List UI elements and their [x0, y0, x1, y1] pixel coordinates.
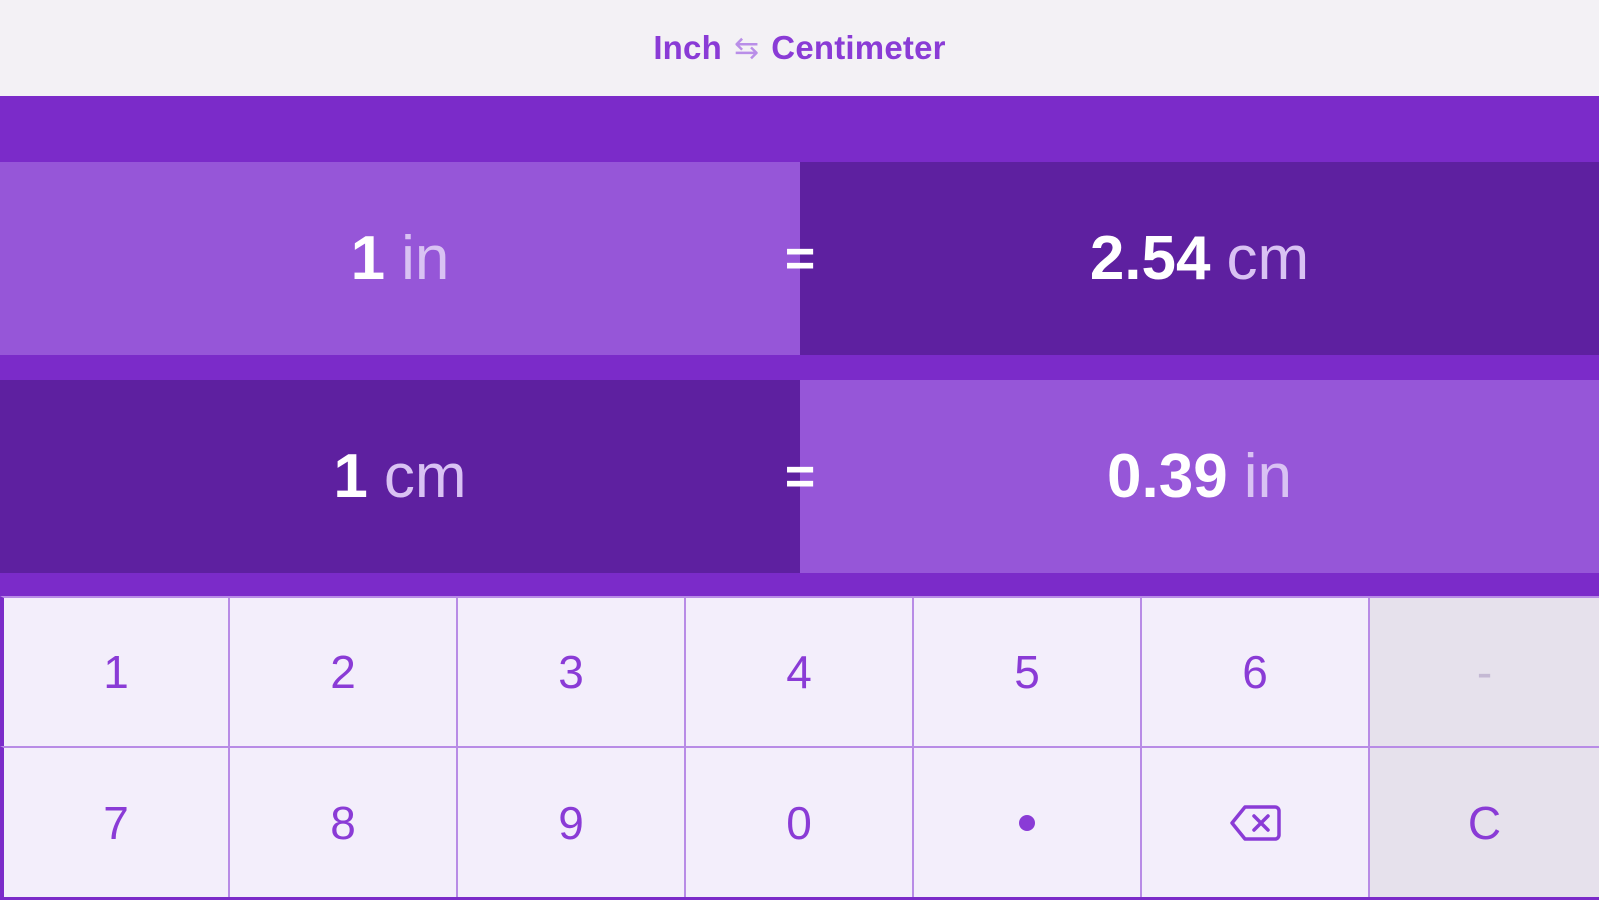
input-unit: cm [383, 442, 467, 511]
input-value-cell[interactable]: 1 in [0, 162, 800, 355]
key-5[interactable]: 5 [912, 596, 1140, 746]
page-title[interactable]: Inch ⇆ Centimeter [653, 29, 945, 67]
row-divider [0, 355, 1599, 380]
input-unit: in [401, 224, 450, 293]
output-unit: cm [1226, 224, 1310, 293]
title-to-unit: Centimeter [771, 29, 946, 66]
input-value: 1 [333, 442, 368, 511]
key-0[interactable]: 0 [684, 746, 912, 897]
title-bar: Inch ⇆ Centimeter [0, 0, 1599, 96]
conversion-row-1: 1 in 2.54 cm = [0, 162, 1599, 355]
key-6[interactable]: 6 [1140, 596, 1368, 746]
key-1[interactable]: 1 [0, 596, 228, 746]
keypad-top-band [0, 573, 1599, 596]
key-2[interactable]: 2 [228, 596, 456, 746]
output-value: 0.39 [1107, 442, 1228, 511]
equals-sign: = [784, 447, 816, 506]
key-8[interactable]: 8 [228, 746, 456, 897]
converter-app: Inch ⇆ Centimeter 1 in 2.54 cm = 1 cm 0.… [0, 0, 1599, 900]
equals-sign: = [784, 229, 816, 288]
key-clear[interactable]: C [1368, 746, 1599, 897]
input-value: 1 [350, 224, 386, 293]
conversion-row-2: 1 cm 0.39 in = [0, 380, 1599, 573]
swap-icon: ⇆ [733, 31, 760, 65]
title-from-unit: Inch [653, 29, 722, 66]
key-7[interactable]: 7 [0, 746, 228, 897]
output-value-cell[interactable]: 2.54 cm [800, 162, 1599, 355]
output-unit: in [1243, 442, 1292, 511]
key-4[interactable]: 4 [684, 596, 912, 746]
backspace-icon [1230, 804, 1281, 841]
input-value-cell[interactable]: 1 cm [0, 380, 800, 573]
key-9[interactable]: 9 [456, 746, 684, 897]
number-keypad: 1 2 3 4 5 6 - 7 8 9 0 C [0, 596, 1599, 900]
key-minus[interactable]: - [1368, 596, 1599, 746]
output-value-cell[interactable]: 0.39 in [800, 380, 1599, 573]
output-value: 2.54 [1089, 224, 1211, 293]
key-backspace[interactable] [1140, 746, 1368, 897]
decimal-dot-icon [1019, 814, 1035, 831]
key-decimal-point[interactable] [912, 746, 1140, 897]
key-3[interactable]: 3 [456, 596, 684, 746]
top-band [0, 96, 1599, 162]
